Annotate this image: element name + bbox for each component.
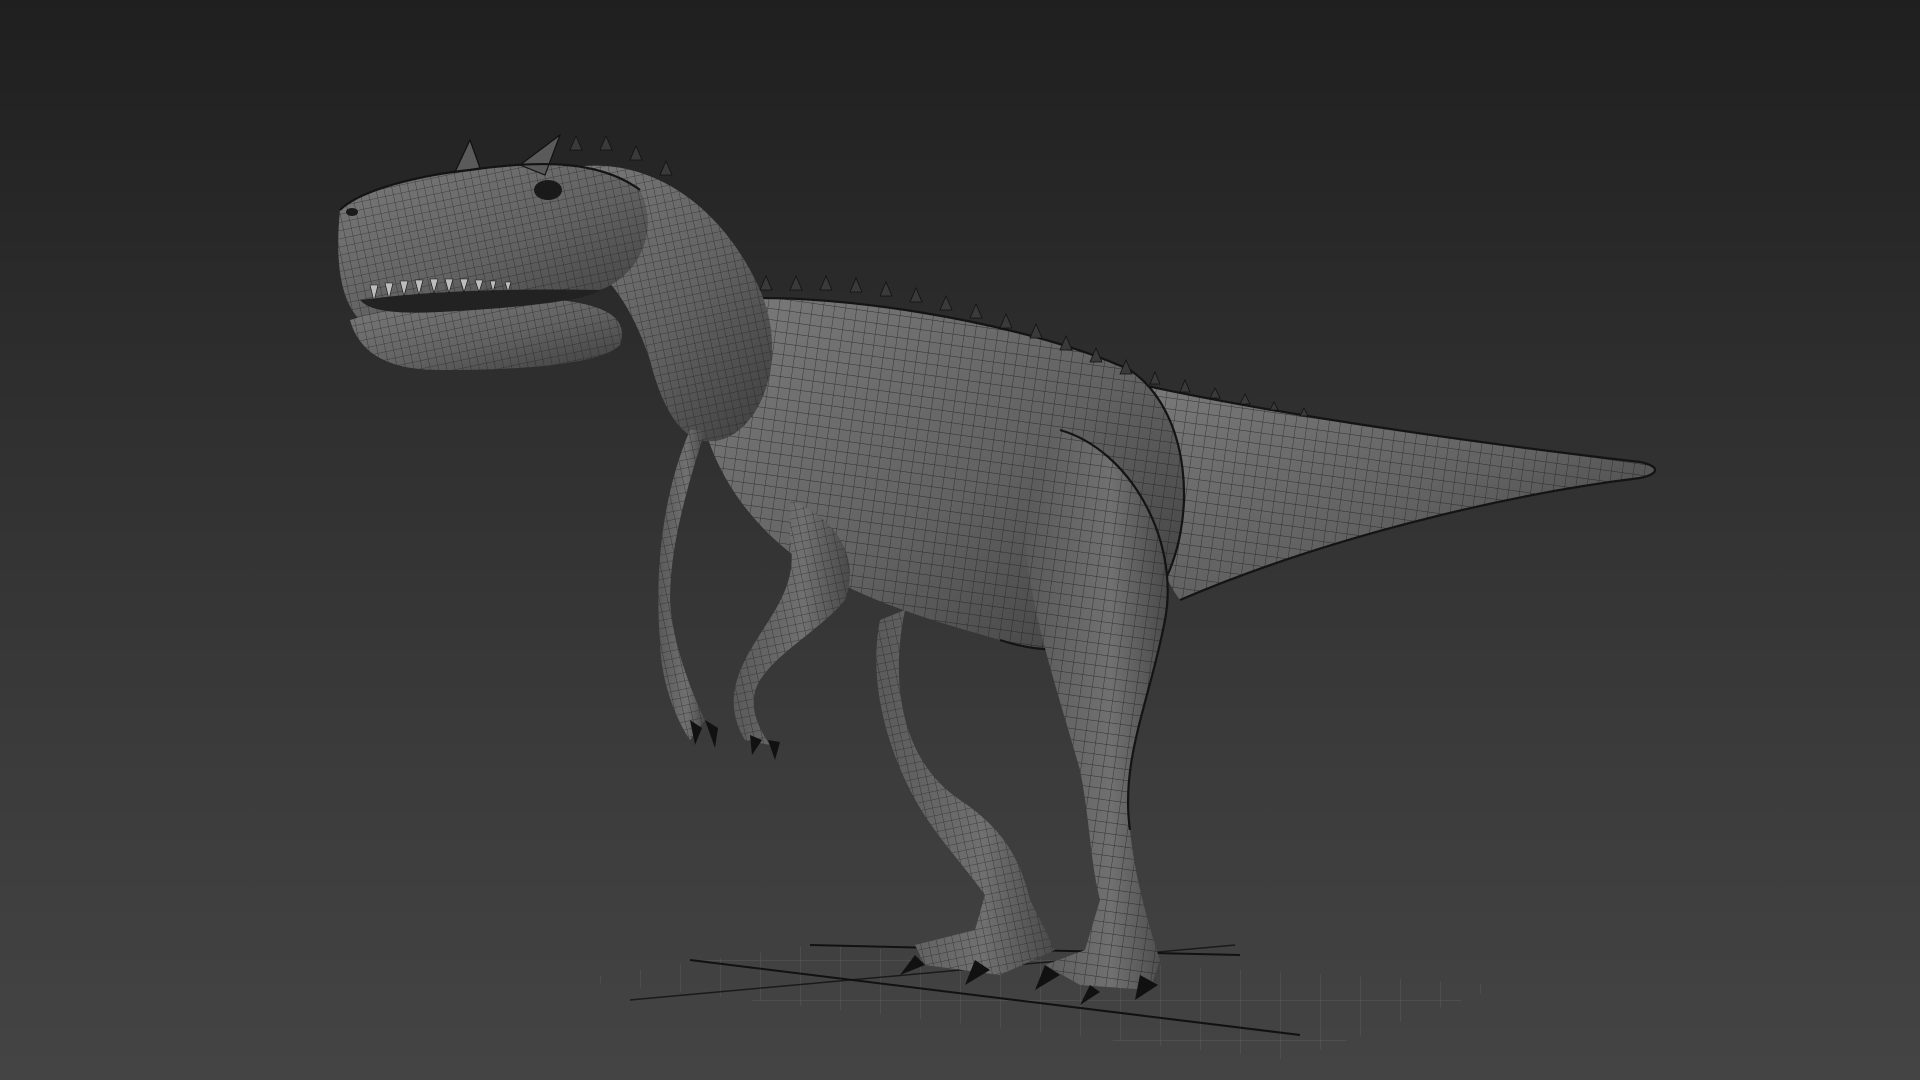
head <box>338 133 648 370</box>
hind-leg-far <box>876 610 1055 975</box>
arm-far <box>658 430 718 748</box>
eye <box>534 180 562 200</box>
viewport-scene[interactable] <box>0 0 1920 1080</box>
arm-near <box>733 500 850 760</box>
3d-viewport[interactable] <box>0 0 1920 1080</box>
ground-grid <box>570 944 1505 1060</box>
dinosaur-model[interactable] <box>338 133 1657 1005</box>
tail <box>1119 378 1657 602</box>
hind-leg-near <box>1026 428 1169 990</box>
